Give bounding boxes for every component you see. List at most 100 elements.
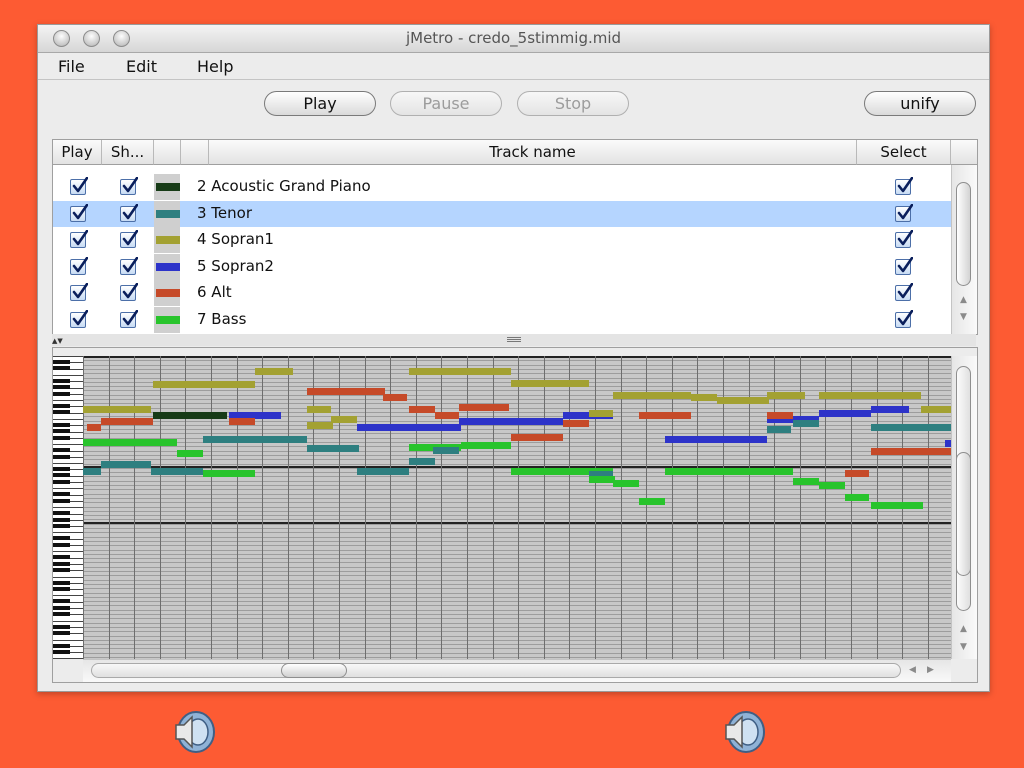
select-checkbox[interactable] <box>895 230 913 249</box>
black-key[interactable] <box>53 555 70 560</box>
scroll-down-arrow-icon[interactable]: ▼ <box>960 312 967 322</box>
black-key[interactable] <box>53 561 70 566</box>
select-checkbox[interactable] <box>895 283 913 302</box>
note-block[interactable] <box>357 468 409 475</box>
show-checkbox[interactable] <box>120 203 138 222</box>
black-key[interactable] <box>53 586 70 591</box>
track-row[interactable]: 5 Sopran2 <box>53 253 951 280</box>
note-block[interactable] <box>819 482 845 489</box>
black-key[interactable] <box>53 429 70 434</box>
track-color-cell[interactable] <box>154 174 180 200</box>
note-block[interactable] <box>793 478 819 485</box>
track-table-scroll-thumb[interactable] <box>956 182 971 286</box>
split-pane-divider[interactable]: ▲▼ <box>52 334 976 346</box>
select-checkbox[interactable] <box>895 177 913 195</box>
note-block[interactable] <box>307 445 359 452</box>
note-block[interactable] <box>921 406 951 413</box>
piano-keyboard[interactable] <box>53 356 84 660</box>
play-checkbox[interactable] <box>70 256 88 275</box>
note-block[interactable] <box>203 470 255 477</box>
select-checkbox[interactable] <box>895 256 913 275</box>
note-block[interactable] <box>409 368 511 375</box>
black-key[interactable] <box>53 523 70 528</box>
piano-scroll-up-arrow-icon[interactable]: ▲ <box>960 624 967 634</box>
track-row[interactable]: 3 Tenor <box>53 200 951 227</box>
track-color-cell[interactable] <box>154 280 180 307</box>
note-block[interactable] <box>845 494 869 501</box>
note-block[interactable] <box>639 412 691 419</box>
note-block[interactable] <box>229 418 255 425</box>
play-checkbox[interactable] <box>70 310 88 328</box>
black-key[interactable] <box>53 612 70 616</box>
menu-file[interactable]: File <box>58 57 85 76</box>
note-block[interactable] <box>433 447 459 454</box>
note-block[interactable] <box>177 450 203 457</box>
black-key[interactable] <box>53 536 70 541</box>
split-collapse-arrows-icon[interactable]: ▲▼ <box>52 337 63 345</box>
track-row[interactable]: 6 Alt <box>53 280 951 307</box>
black-key[interactable] <box>53 479 70 484</box>
column-header-track-name[interactable]: Track name <box>209 140 857 165</box>
track-color-cell[interactable] <box>154 307 180 333</box>
show-checkbox[interactable] <box>120 256 138 275</box>
black-key[interactable] <box>53 567 70 572</box>
black-key[interactable] <box>53 517 70 522</box>
note-block[interactable] <box>83 406 151 413</box>
note-block[interactable] <box>767 426 791 433</box>
title-bar[interactable]: jMetro - credo_5stimmig.mid <box>38 25 989 53</box>
speaker-icon-right[interactable] <box>720 708 768 756</box>
column-header-color[interactable] <box>154 140 181 165</box>
note-block[interactable] <box>307 388 385 395</box>
note-block[interactable] <box>153 381 255 388</box>
scroll-up-arrow-icon[interactable]: ▲ <box>960 295 967 305</box>
note-block[interactable] <box>767 392 805 399</box>
piano-roll-hscroll-thumb[interactable] <box>281 663 347 678</box>
select-checkbox[interactable] <box>895 203 913 222</box>
black-key[interactable] <box>53 649 70 654</box>
black-key[interactable] <box>53 643 70 648</box>
note-block[interactable] <box>203 436 307 443</box>
black-key[interactable] <box>53 423 70 427</box>
black-key[interactable] <box>53 448 70 453</box>
black-key[interactable] <box>53 473 70 478</box>
note-block[interactable] <box>691 394 717 401</box>
note-block[interactable] <box>665 468 793 475</box>
column-header-show[interactable]: Sh... <box>102 140 154 165</box>
note-block[interactable] <box>461 442 511 449</box>
play-checkbox[interactable] <box>70 230 88 249</box>
note-block[interactable] <box>511 380 589 387</box>
note-block[interactable] <box>845 470 869 477</box>
track-row[interactable]: 4 Sopran1 <box>53 227 951 254</box>
black-key[interactable] <box>53 467 70 472</box>
track-row[interactable]: 2 Acoustic Grand Piano <box>53 174 951 200</box>
note-block[interactable] <box>435 412 459 419</box>
black-key[interactable] <box>53 410 70 415</box>
show-checkbox[interactable] <box>120 310 138 328</box>
play-checkbox[interactable] <box>70 203 88 222</box>
note-block[interactable] <box>409 458 435 465</box>
scroll-left-arrow-icon[interactable]: ◀ <box>909 665 916 675</box>
note-block[interactable] <box>307 422 333 429</box>
note-block[interactable] <box>819 392 921 399</box>
note-block[interactable] <box>613 392 691 399</box>
black-key[interactable] <box>53 605 70 610</box>
note-block[interactable] <box>717 397 769 404</box>
black-key[interactable] <box>53 498 70 503</box>
note-block[interactable] <box>767 412 793 419</box>
show-checkbox[interactable] <box>120 283 138 302</box>
black-key[interactable] <box>53 366 70 371</box>
note-block[interactable] <box>871 406 909 413</box>
note-block[interactable] <box>563 420 589 427</box>
pause-button[interactable]: Pause <box>390 91 502 116</box>
track-color-cell[interactable] <box>154 227 180 254</box>
show-checkbox[interactable] <box>120 230 138 249</box>
note-block[interactable] <box>357 424 461 431</box>
note-block[interactable] <box>511 434 563 441</box>
piano-roll-horizontal-scrollbar[interactable]: ◀ ▶ <box>83 659 951 682</box>
track-row[interactable]: 7 Bass <box>53 307 951 333</box>
black-key[interactable] <box>53 492 70 497</box>
scroll-right-arrow-icon[interactable]: ▶ <box>927 665 934 675</box>
menu-edit[interactable]: Edit <box>126 57 157 76</box>
note-block[interactable] <box>613 480 639 487</box>
black-key[interactable] <box>53 580 70 585</box>
